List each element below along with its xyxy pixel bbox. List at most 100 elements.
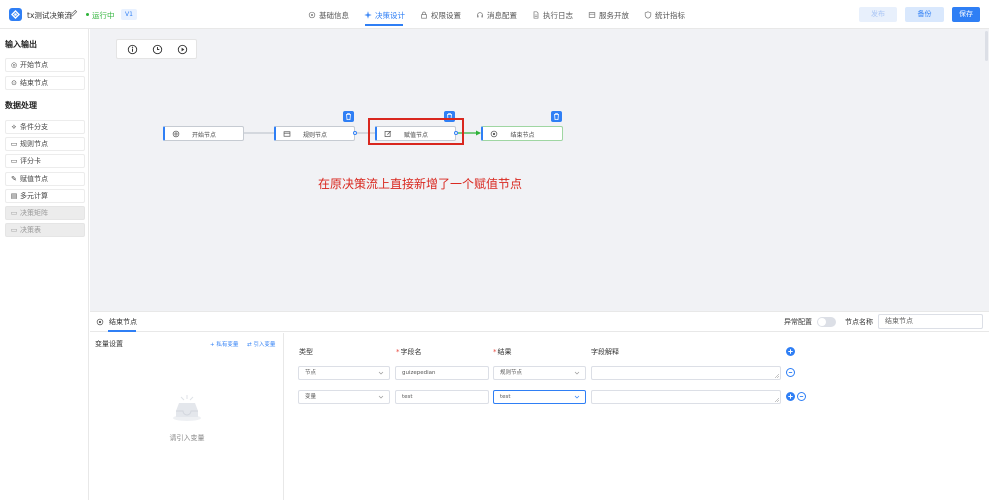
palette-item-condition[interactable]: ⟡ 条件分支	[5, 120, 85, 134]
remove-row-button[interactable]	[786, 368, 795, 377]
tab-label: 服务开放	[599, 10, 629, 20]
node-name-input[interactable]: 结束节点	[878, 314, 983, 329]
edit-icon: ✎	[11, 175, 17, 183]
variable-settings-title: 变量设置	[95, 340, 123, 348]
variable-settings-pane: 变量设置 + 私有变量 ⇄ 引入变量 请引入变量	[90, 333, 284, 500]
column-header-label: 结果	[497, 348, 512, 356]
canvas-toolbox	[116, 39, 197, 59]
shield-icon	[644, 11, 652, 19]
flow-node-label: 开始节点	[191, 132, 216, 139]
edit-title-icon[interactable]	[69, 9, 78, 18]
add-row-button[interactable]	[786, 347, 795, 356]
palette-item-label: 条件分支	[20, 123, 48, 131]
card-icon: ▭	[10, 209, 18, 217]
palette-item-assign[interactable]: ✎ 赋值节点	[5, 172, 85, 186]
output-field-grid: 类型 *字段名 *结果 字段解释 节点 guizepedian 规则节点 变量 …	[285, 333, 989, 500]
field-desc-textarea[interactable]	[591, 390, 781, 404]
tab-label: 权限设置	[431, 10, 461, 20]
chevron-down-icon	[574, 371, 580, 375]
type-select[interactable]: 节点	[298, 366, 390, 380]
column-header-result: *结果	[493, 348, 512, 356]
column-header-desc: 字段解释	[591, 348, 619, 356]
field-name-input[interactable]: test	[395, 390, 489, 404]
palette-item-label: 决策表	[20, 226, 41, 234]
tab-exec-log[interactable]: 执行日志	[532, 9, 573, 21]
clock-icon[interactable]	[152, 44, 163, 55]
chevron-down-icon	[574, 395, 580, 399]
palette-item-end[interactable]: ⊙ 结束节点	[5, 76, 85, 90]
target-icon: ◎	[10, 61, 18, 69]
node-name-label: 节点名称	[845, 318, 873, 326]
flow-node-end[interactable]: 结束节点	[481, 126, 563, 141]
delete-node-button[interactable]	[551, 111, 562, 122]
flow-node-rule[interactable]: 规则节点	[274, 126, 355, 141]
tab-statistics[interactable]: 统计指标	[644, 9, 685, 21]
flow-node-label: 规则节点	[302, 132, 327, 139]
remove-row-button[interactable]	[797, 392, 806, 401]
play-icon[interactable]	[177, 44, 188, 55]
resize-handle-icon[interactable]	[775, 398, 779, 402]
anomaly-config-label: 异常配置	[784, 318, 812, 326]
column-header-type: 类型	[299, 348, 313, 356]
node-detail-tab-indicator	[108, 330, 136, 332]
plus-icon	[788, 394, 793, 399]
result-select[interactable]: 规则节点	[493, 366, 586, 380]
palette-item-label: 规则节点	[20, 140, 48, 148]
anomaly-config-toggle[interactable]	[817, 317, 836, 327]
type-select[interactable]: 变量	[298, 390, 390, 404]
tab-basic-info[interactable]: 基础信息	[308, 9, 349, 21]
info-icon[interactable]	[127, 44, 138, 55]
palette-item-multi-calc[interactable]: ▤ 多元计算	[5, 189, 85, 203]
tab-message[interactable]: 消息配置	[476, 9, 517, 21]
import-variable-link[interactable]: ⇄ 引入变量	[247, 340, 275, 348]
result-select[interactable]: test	[493, 390, 586, 404]
result-select-value: 规则节点	[500, 370, 523, 376]
connection-port[interactable]	[353, 131, 357, 135]
node-detail-title: 结束节点	[109, 318, 137, 326]
status-badge: 运行中	[86, 10, 115, 21]
flow-node-start[interactable]: 开始节点	[163, 126, 244, 141]
result-select-value: test	[500, 394, 511, 400]
delete-node-button[interactable]	[343, 111, 354, 122]
branch-icon: ⟡	[11, 123, 17, 131]
annotation-highlight-box	[368, 118, 464, 145]
column-header-label: 字段名	[400, 348, 422, 356]
palette-item-decision-table: ▭ 决策表	[5, 223, 85, 237]
palette-item-scorecard[interactable]: ▭ 评分卡	[5, 154, 85, 168]
canvas-scrollbar[interactable]	[985, 31, 988, 61]
minus-icon	[788, 372, 793, 373]
tab-permission[interactable]: 权限设置	[420, 9, 461, 21]
annotation-text: 在原决策流上直接新增了一个赋值节点	[318, 177, 523, 191]
type-select-value: 节点	[305, 370, 317, 376]
field-desc-textarea[interactable]	[591, 366, 781, 380]
publish-button[interactable]: 发布	[859, 7, 897, 22]
tab-label: 执行日志	[543, 10, 573, 20]
palette-item-label: 赋值节点	[20, 175, 48, 183]
flow-canvas[interactable]	[90, 29, 989, 311]
section-title-processing: 数据处理	[5, 101, 37, 110]
palette-item-label: 决策矩阵	[20, 209, 48, 217]
trash-icon	[554, 113, 559, 120]
palette-item-decision-matrix: ▭ 决策矩阵	[5, 206, 85, 220]
node-palette: 输入输出 ◎ 开始节点 ⊙ 结束节点 数据处理 ⟡ 条件分支 ▭ 规则节点 ▭ …	[0, 29, 89, 500]
palette-item-rule[interactable]: ▭ 规则节点	[5, 137, 85, 151]
backup-button[interactable]: 备份	[905, 7, 944, 22]
resize-handle-icon[interactable]	[775, 374, 779, 378]
save-button[interactable]: 保存	[952, 7, 980, 22]
field-name-input[interactable]: guizepedian	[395, 366, 489, 380]
settings-icon	[308, 11, 316, 19]
chevron-down-icon	[378, 395, 384, 399]
tab-decision-design[interactable]: 决策设计	[364, 9, 405, 21]
empty-state-illustration	[173, 395, 201, 421]
end-icon	[96, 318, 104, 326]
palette-item-start[interactable]: ◎ 开始节点	[5, 58, 85, 72]
private-variable-link[interactable]: + 私有变量	[210, 340, 238, 348]
headset-icon	[477, 12, 483, 18]
lock-icon	[421, 11, 427, 19]
add-row-button[interactable]	[786, 392, 795, 401]
tab-service-open[interactable]: 服务开放	[588, 9, 629, 21]
version-badge: V1	[121, 9, 137, 20]
section-title-io: 输入输出	[5, 40, 37, 49]
calculator-icon: ▤	[10, 192, 18, 200]
tab-label: 基础信息	[319, 10, 349, 20]
